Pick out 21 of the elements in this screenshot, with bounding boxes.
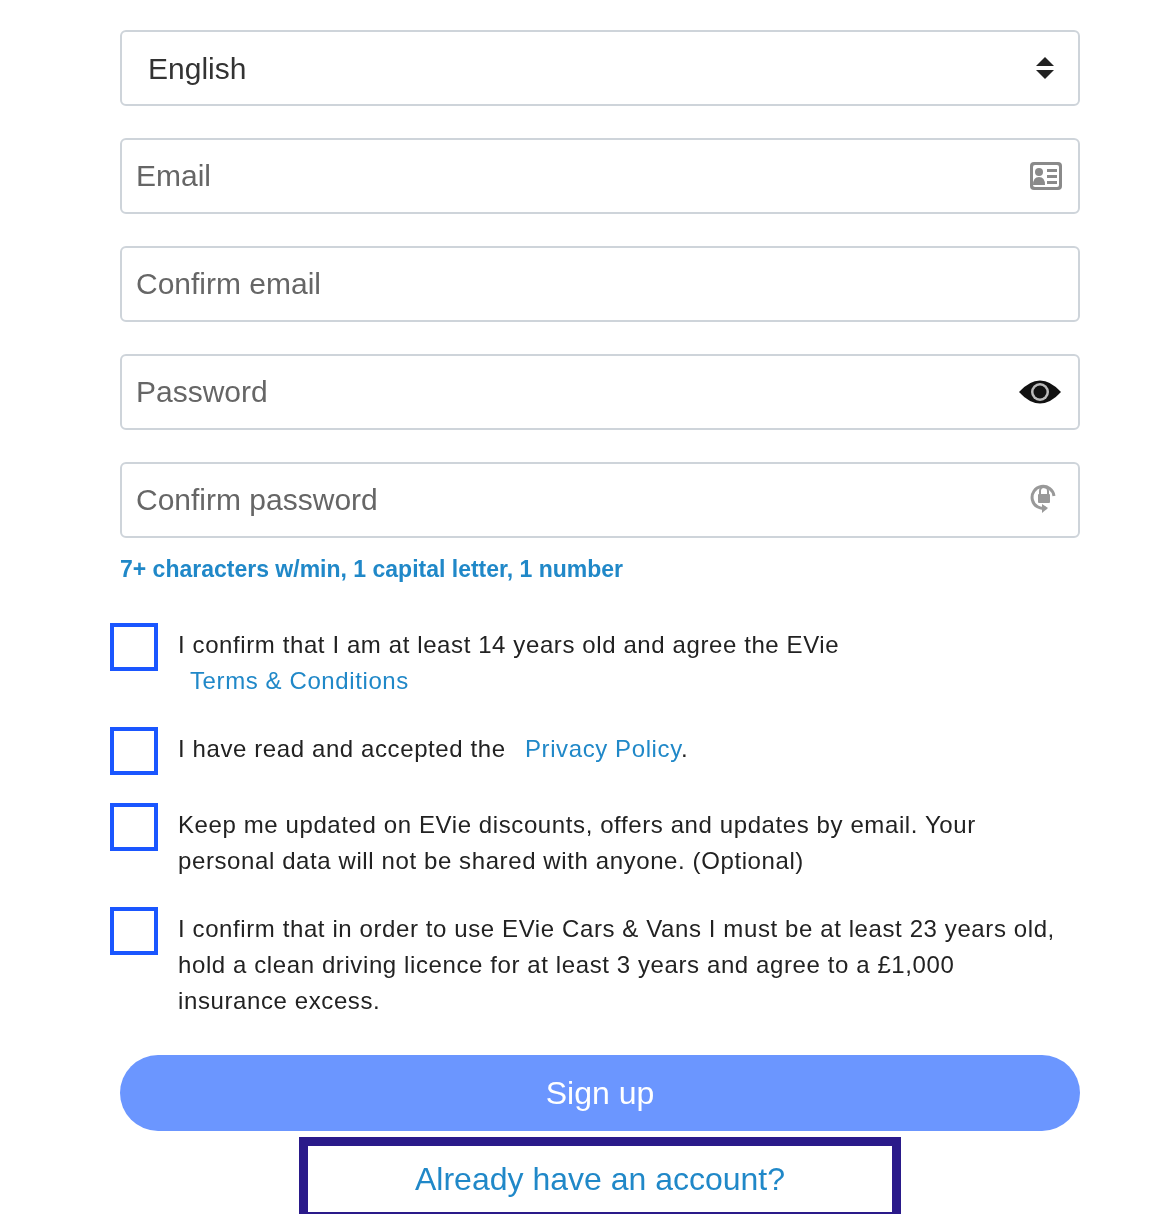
text-field[interactable]: Email xyxy=(120,138,1080,214)
contact-card-icon xyxy=(1030,162,1062,190)
text-field[interactable]: Confirm password xyxy=(120,462,1080,538)
checkbox-label: I confirm that I am at least 14 years old and agree the EVie Terms & Conditions xyxy=(178,629,841,696)
checkbox-label: I confirm that in order to use EVie Cars & Vans I must be at least 23 years old, hold a clean driving licence for at least 3 years and agree to a £1,000 insurance excess. xyxy=(178,913,1056,1016)
lock-refresh-icon xyxy=(1030,482,1058,516)
text-field[interactable]: Password xyxy=(120,354,1080,430)
checkbox[interactable] xyxy=(110,726,158,775)
checkbox[interactable] xyxy=(110,622,158,671)
sort-caret-icon xyxy=(1036,57,1054,79)
language-select[interactable]: English xyxy=(120,30,1080,106)
checkbox-label: I have read and accepted the Privacy Policy. xyxy=(178,733,689,764)
policy-link[interactable]: Privacy Policy xyxy=(524,734,681,762)
password-hint: 7+ characters w/min, 1 capital letter, 1 number xyxy=(120,555,625,584)
text-field[interactable]: Confirm email xyxy=(120,246,1080,322)
policy-link[interactable]: Terms & Conditions xyxy=(190,666,409,694)
checkbox[interactable] xyxy=(110,906,158,955)
sign-up-button[interactable]: Sign up xyxy=(120,1054,1080,1131)
checkbox[interactable] xyxy=(110,802,158,851)
checkbox-label: Keep me updated on EVie discounts, offers and updates by email. Your personal data will not be shared with anyone. (Optional) xyxy=(178,809,977,876)
login-link[interactable]: Already have an account? xyxy=(299,1136,901,1214)
